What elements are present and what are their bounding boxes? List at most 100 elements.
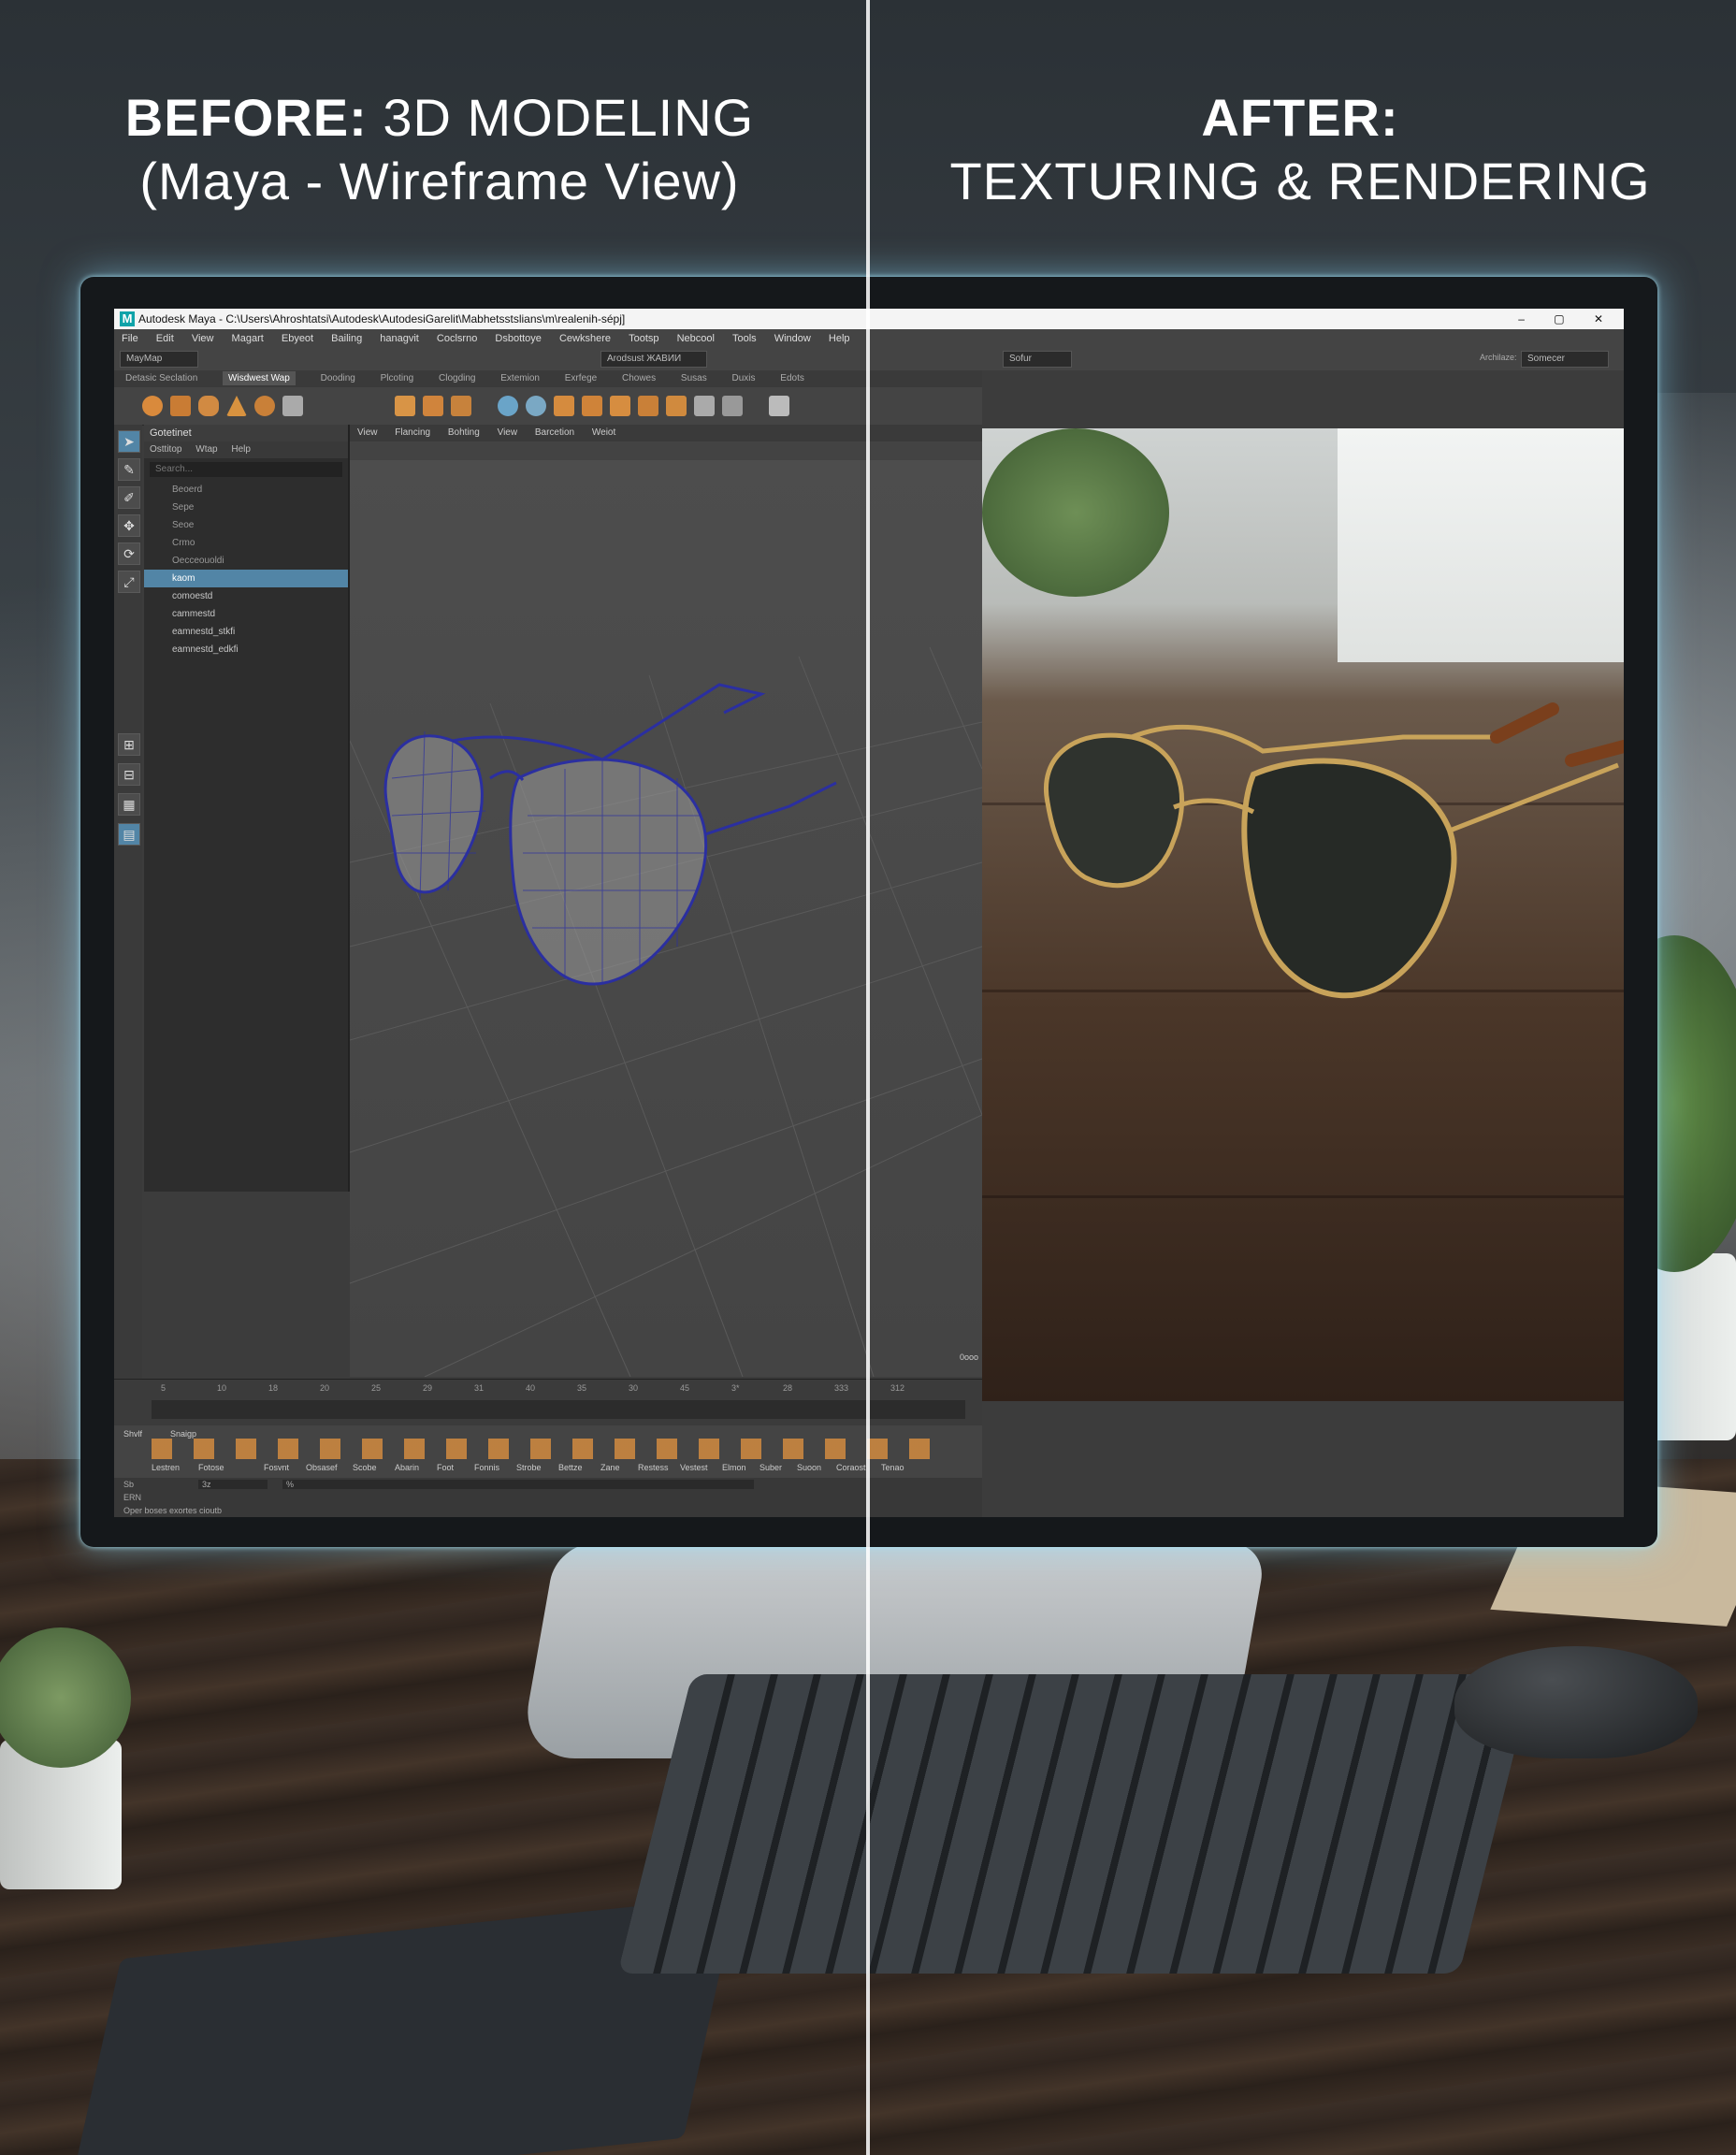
time-slider-track[interactable] <box>152 1400 965 1419</box>
bottom-tool-label[interactable]: Suoon <box>797 1463 821 1472</box>
setup-select[interactable]: Sofur <box>1003 351 1072 368</box>
bottom-tool-label[interactable]: Fotose <box>198 1463 224 1472</box>
panel-menu-barcetion[interactable]: Barcetion <box>535 427 574 438</box>
bridge-icon[interactable] <box>582 396 602 416</box>
outliner-item[interactable]: Oecceouoldi <box>144 552 348 570</box>
menu-tootsp[interactable]: Tootsp <box>629 333 658 344</box>
bottom-tool-label[interactable]: Obsasef <box>306 1463 338 1472</box>
bottom-tool-label[interactable]: Fonnis <box>474 1463 499 1472</box>
bottom-tool-label[interactable]: Vestest <box>680 1463 708 1472</box>
multi-cut-icon[interactable] <box>722 396 743 416</box>
outliner-child-item[interactable]: comoestd <box>144 587 348 605</box>
menu-window[interactable]: Window <box>774 333 811 344</box>
panel-menu-view[interactable]: View <box>357 427 378 438</box>
shelf-tab-susas[interactable]: Susas <box>681 373 707 383</box>
bottom-tool-label[interactable]: Foot <box>437 1463 454 1472</box>
menu-magart[interactable]: Magart <box>232 333 264 344</box>
menu-view[interactable]: View <box>192 333 214 344</box>
shelf-tab-chowes[interactable]: Chowes <box>622 373 656 383</box>
outliner-menu-wtap[interactable]: Wtap <box>195 444 217 455</box>
panel-menu-view-2[interactable]: View <box>498 427 518 438</box>
outliner-search-input[interactable]: Search... <box>150 462 342 477</box>
status-field[interactable]: Arodsust ЖАВИИ <box>600 351 707 368</box>
menu-coclsrno[interactable]: Coclsrno <box>437 333 477 344</box>
command-input[interactable]: % <box>282 1480 754 1489</box>
bottom-tool-label[interactable]: Abarin <box>395 1463 419 1472</box>
panel-menu-flancing[interactable]: Flancing <box>395 427 430 438</box>
text-tool-icon[interactable] <box>423 396 443 416</box>
bottom-tool-label[interactable]: Elmon <box>722 1463 746 1472</box>
shelf-tab-dooding[interactable]: Dooding <box>321 373 355 383</box>
select-tool-icon[interactable]: ➤ <box>118 430 140 453</box>
bottom-tool-label[interactable]: Coraost <box>836 1463 866 1472</box>
svg-tool-icon[interactable] <box>451 396 471 416</box>
menu-nebcool[interactable]: Nebcool <box>677 333 715 344</box>
menu-file[interactable]: File <box>122 333 138 344</box>
outliner-item[interactable]: Seoe <box>144 516 348 534</box>
bottom-tool-label[interactable]: Scobe <box>353 1463 377 1472</box>
outliner-child-item[interactable]: eamnestd_edkfi <box>144 641 348 658</box>
shelf-tab-duxis[interactable]: Duxis <box>731 373 755 383</box>
bool-icon[interactable] <box>638 396 658 416</box>
menu-cewkshere[interactable]: Cewkshere <box>559 333 611 344</box>
outliner-menu-osttitop[interactable]: Osttitop <box>150 444 181 455</box>
uv-editor-icon[interactable] <box>769 396 789 416</box>
menu-edit[interactable]: Edit <box>156 333 174 344</box>
menu-tools[interactable]: Tools <box>732 333 757 344</box>
separate-icon[interactable] <box>526 396 546 416</box>
menu-ebyeot[interactable]: Ebyeot <box>282 333 313 344</box>
move-tool-icon[interactable] <box>395 396 415 416</box>
layout-icon[interactable]: ▦ <box>118 793 140 816</box>
shelf-tab-clogding[interactable]: Clogding <box>439 373 475 383</box>
bottom-tool-label[interactable]: Strobe <box>516 1463 542 1472</box>
bottom-shelf-tab[interactable]: Snaigp <box>170 1429 196 1439</box>
time-slider[interactable]: 5 10 18 20 25 29 31 40 35 30 45 3* 28 33… <box>114 1379 982 1426</box>
bottom-tool-label[interactable]: Lestren <box>152 1463 180 1472</box>
torus-icon[interactable] <box>254 396 275 416</box>
menu-help[interactable]: Help <box>829 333 850 344</box>
outliner-child-item[interactable]: cammestd <box>144 605 348 623</box>
fill-hole-icon[interactable] <box>666 396 687 416</box>
bottom-tool-label[interactable]: Zane <box>600 1463 620 1472</box>
bottom-shelf-tab[interactable]: Shvlf <box>123 1429 142 1439</box>
bottom-tool-label[interactable]: Restess <box>638 1463 669 1472</box>
command-input[interactable]: 3z <box>198 1480 268 1489</box>
outliner-item[interactable]: Beoerd <box>144 481 348 499</box>
target-weld-icon[interactable] <box>694 396 715 416</box>
plane-icon[interactable] <box>282 396 303 416</box>
cylinder-icon[interactable] <box>198 396 219 416</box>
four-view-icon[interactable]: ⊟ <box>118 763 140 786</box>
outliner-item[interactable]: Sepe <box>144 499 348 516</box>
outliner-menu-help[interactable]: Help <box>231 444 251 455</box>
lasso-tool-icon[interactable]: ✎ <box>118 458 140 481</box>
menu-dsbottoye[interactable]: Dsbottoye <box>495 333 542 344</box>
menu-bailing[interactable]: Bailing <box>331 333 362 344</box>
scale-icon[interactable]: ⤢ <box>118 571 140 593</box>
bottom-tool-label[interactable]: Tenao <box>881 1463 904 1472</box>
shelf-tab-plcoting[interactable]: Plcoting <box>381 373 414 383</box>
window-controls[interactable]: – ▢ ✕ <box>1518 309 1616 329</box>
outliner-layout-icon[interactable]: ▤ <box>118 823 140 846</box>
cube-icon[interactable] <box>170 396 191 416</box>
panel-menu-weiot[interactable]: Weiot <box>592 427 615 438</box>
shelf-tab-extemion[interactable]: Extemion <box>500 373 540 383</box>
shelf-tab-detasic[interactable]: Detasic Seclation <box>125 373 197 383</box>
outliner-item[interactable]: Crmo <box>144 534 348 552</box>
move-icon[interactable]: ✥ <box>118 514 140 537</box>
sphere-icon[interactable] <box>142 396 163 416</box>
shelf-tab-edots[interactable]: Edots <box>780 373 804 383</box>
shelf-tab-exrfege[interactable]: Exrfege <box>565 373 597 383</box>
mode-select[interactable]: MayMap <box>120 351 198 368</box>
shelf-tab-wisdwest[interactable]: Wisdwest Wap <box>223 371 296 385</box>
bottom-tool-label[interactable]: Suber <box>760 1463 782 1472</box>
cone-icon[interactable] <box>226 396 247 416</box>
extrude-icon[interactable] <box>554 396 574 416</box>
outliner-selected-item[interactable]: kaom <box>144 570 348 587</box>
menu-hanagvit[interactable]: hanagvit <box>380 333 419 344</box>
single-view-icon[interactable]: ⊞ <box>118 733 140 756</box>
before-after-divider[interactable] <box>866 0 870 2155</box>
panel-menu-bohting[interactable]: Bohting <box>448 427 480 438</box>
paint-select-icon[interactable]: ✐ <box>118 486 140 509</box>
wireframe-viewport[interactable]: 0ooo <box>350 460 982 1377</box>
bevel-icon[interactable] <box>610 396 630 416</box>
